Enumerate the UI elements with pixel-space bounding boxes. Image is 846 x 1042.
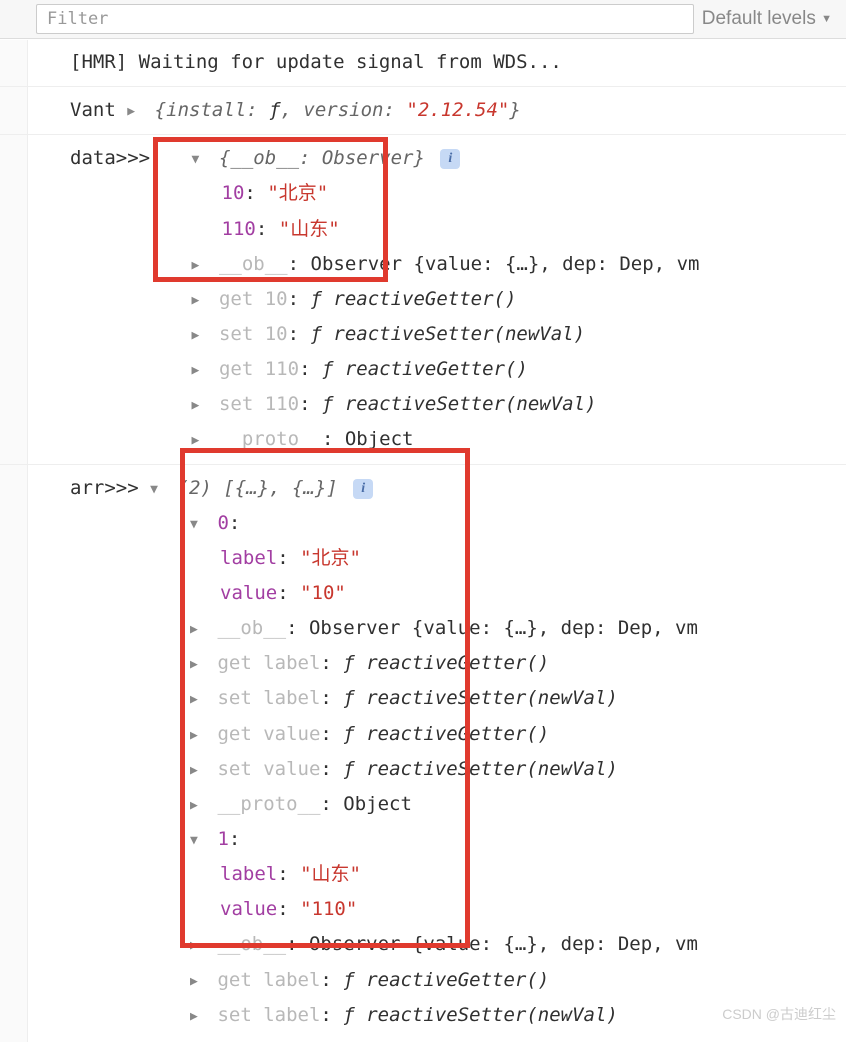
caret-right-icon[interactable]: ▶ bbox=[190, 618, 206, 642]
caret-down-icon[interactable]: ▼ bbox=[190, 513, 206, 537]
observer-preview[interactable]: Observer {value: {…}, dep: Dep, vm bbox=[311, 253, 700, 275]
watermark: CSDN @古迪红尘 bbox=[722, 1004, 836, 1024]
prop-key: value bbox=[220, 898, 277, 920]
prop-key: value bbox=[220, 582, 277, 604]
proto-value: Object bbox=[343, 793, 412, 815]
prop-key-dim: __ob__ bbox=[217, 617, 286, 639]
object-preview[interactable]: {install: ƒ, version: "2.12.54"} bbox=[155, 99, 521, 121]
getter-key: get label bbox=[217, 652, 320, 674]
caret-right-icon[interactable]: ▶ bbox=[192, 254, 208, 278]
setter-key: set 10 bbox=[219, 323, 288, 345]
log-label: data>>> bbox=[70, 147, 150, 169]
object-header[interactable]: {__ob__: Observer} bbox=[219, 147, 425, 169]
info-icon[interactable]: i bbox=[353, 479, 373, 499]
caret-right-icon[interactable]: ▶ bbox=[192, 394, 208, 418]
caret-right-icon[interactable]: ▶ bbox=[190, 724, 206, 748]
prop-key: label bbox=[220, 547, 277, 569]
caret-right-icon[interactable]: ▶ bbox=[190, 1005, 206, 1029]
log-row-data: data>>> ▼ {__ob__: Observer} i 10: "北京" … bbox=[0, 135, 846, 464]
caret-right-icon[interactable]: ▶ bbox=[190, 794, 206, 818]
caret-right-icon[interactable]: ▶ bbox=[190, 688, 206, 712]
caret-right-icon[interactable]: ▶ bbox=[190, 970, 206, 994]
prop-key-dim: __ob__ bbox=[219, 253, 288, 275]
setter-key: set value bbox=[217, 758, 320, 780]
caret-right-icon[interactable]: ▶ bbox=[190, 934, 206, 958]
log-levels-dropdown[interactable]: Default levels ▼ bbox=[694, 8, 840, 30]
caret-right-icon[interactable]: ▶ bbox=[192, 324, 208, 348]
prop-key-dim: __ob__ bbox=[217, 933, 286, 955]
console-output: [HMR] Waiting for update signal from WDS… bbox=[0, 39, 846, 1035]
getter-key: get value bbox=[217, 723, 320, 745]
prop-value: "山东" bbox=[279, 218, 340, 240]
index-key: 0 bbox=[217, 512, 228, 534]
filter-input[interactable] bbox=[36, 4, 694, 34]
prop-value: "10" bbox=[300, 582, 346, 604]
caret-down-icon[interactable]: ▼ bbox=[190, 829, 206, 853]
observer-preview[interactable]: Observer {value: {…}, dep: Dep, vm bbox=[309, 617, 698, 639]
getter-key: get 10 bbox=[219, 288, 288, 310]
setter-key: set 110 bbox=[219, 393, 299, 415]
proto-key: __proto__ bbox=[217, 793, 320, 815]
setter-key: set label bbox=[217, 687, 320, 709]
log-label: Vant bbox=[70, 99, 116, 121]
chevron-down-icon: ▼ bbox=[821, 13, 832, 25]
log-row-arr: arr>>> ▼ (2) [{…}, {…}] i ▼ 0: label: "北… bbox=[0, 465, 846, 1035]
caret-right-icon[interactable]: ▶ bbox=[190, 653, 206, 677]
caret-right-icon[interactable]: ▶ bbox=[127, 100, 143, 124]
getter-key: get 110 bbox=[219, 358, 299, 380]
caret-right-icon[interactable]: ▶ bbox=[192, 289, 208, 313]
prop-key: 110 bbox=[222, 218, 256, 240]
log-text: [HMR] Waiting for update signal from WDS… bbox=[70, 51, 562, 73]
array-header[interactable]: (2) [{…}, {…}] bbox=[178, 477, 338, 499]
getter-key: get label bbox=[217, 969, 320, 991]
log-label: arr>>> bbox=[70, 477, 139, 499]
caret-right-icon[interactable]: ▶ bbox=[192, 359, 208, 383]
caret-right-icon[interactable]: ▶ bbox=[190, 759, 206, 783]
log-row-vant: Vant ▶ {install: ƒ, version: "2.12.54"} bbox=[0, 87, 846, 135]
observer-preview[interactable]: Observer {value: {…}, dep: Dep, vm bbox=[309, 933, 698, 955]
prop-value: "山东" bbox=[300, 863, 361, 885]
log-row-hmr: [HMR] Waiting for update signal from WDS… bbox=[0, 39, 846, 87]
prop-value: "北京" bbox=[300, 547, 361, 569]
index-key: 1 bbox=[217, 828, 228, 850]
proto-key: __proto__ bbox=[219, 428, 322, 450]
setter-key: set label bbox=[217, 1004, 320, 1026]
prop-key: label bbox=[220, 863, 277, 885]
prop-value: "110" bbox=[300, 898, 357, 920]
levels-label: Default levels bbox=[702, 8, 816, 29]
caret-down-icon[interactable]: ▼ bbox=[192, 148, 208, 172]
caret-down-icon[interactable]: ▼ bbox=[150, 478, 166, 502]
console-toolbar: Default levels ▼ bbox=[0, 0, 846, 39]
prop-key: 10 bbox=[222, 182, 245, 204]
info-icon[interactable]: i bbox=[440, 149, 460, 169]
proto-value: Object bbox=[345, 428, 414, 450]
caret-right-icon[interactable]: ▶ bbox=[192, 429, 208, 453]
prop-value: "北京" bbox=[267, 182, 328, 204]
